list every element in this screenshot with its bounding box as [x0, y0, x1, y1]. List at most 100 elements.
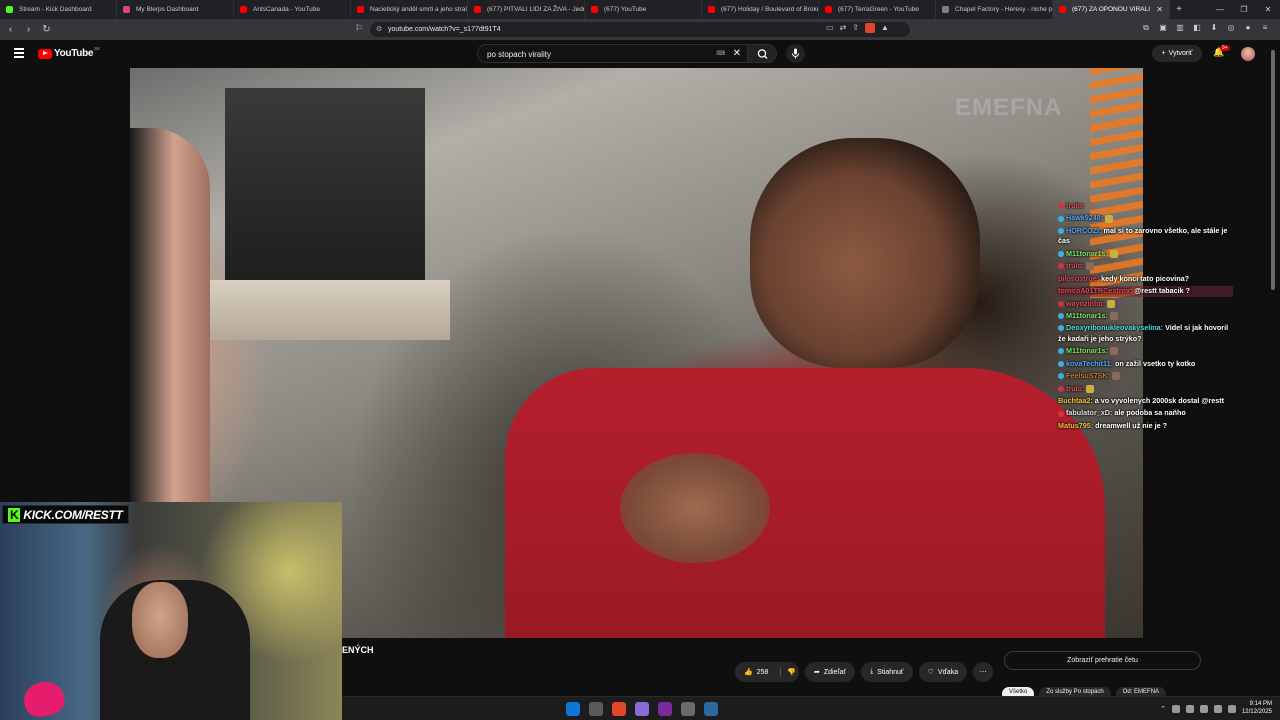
create-button[interactable]: + Vytvoriť: [1152, 45, 1202, 62]
reload-icon[interactable]: ↻: [39, 24, 54, 35]
voice-search-button[interactable]: [786, 44, 805, 63]
browser-tab[interactable]: (677) Holiday / Boulevard of Broke: [702, 0, 819, 19]
tray-expand-icon[interactable]: ⌃: [1160, 705, 1166, 713]
chat-username[interactable]: FeelsuS7SK:: [1066, 371, 1110, 380]
chat-username[interactable]: trulo:: [1066, 384, 1084, 393]
show-chat-replay-button[interactable]: Zobraziť prehratie četu: [1004, 651, 1201, 670]
rewards-icon[interactable]: ▲: [881, 23, 889, 33]
share-icon: ➦: [814, 669, 820, 676]
chat-username[interactable]: tomiroA01TRCestrov:: [1058, 286, 1132, 295]
taskbar-app-icon[interactable]: [589, 702, 603, 716]
share-button[interactable]: ➦ Zdieľať: [805, 662, 856, 682]
browser-tab[interactable]: My Blerps Dashboard: [117, 0, 234, 19]
tray-app-icon[interactable]: [1185, 704, 1194, 713]
chat-username[interactable]: trulo:: [1066, 261, 1084, 270]
account-avatar[interactable]: [1241, 47, 1255, 61]
clear-search-icon[interactable]: ✕: [733, 48, 741, 59]
clock-date: 12/12/2025: [1241, 708, 1272, 715]
chat-message: M11tonar1s:: [1058, 249, 1233, 259]
taskbar-app-icon[interactable]: [635, 702, 649, 716]
search-input[interactable]: po stopach virality ⌨ ✕: [477, 44, 747, 63]
chat-username[interactable]: M11tonar1s:: [1066, 311, 1108, 320]
chat-username[interactable]: Deoxyribonukleovakyselina:: [1066, 323, 1163, 332]
browser-tab[interactable]: (677) PITVALI LIDI ZA ŽIVA - Jedno: [468, 0, 585, 19]
tray-app-icon[interactable]: [1171, 704, 1180, 713]
chat-username[interactable]: pilosostrue:: [1058, 274, 1099, 283]
chat-text: on zažil vsetko ty kotko: [1115, 358, 1196, 368]
start-menu-icon[interactable]: [566, 702, 580, 716]
wallet-icon[interactable]: ◧: [1192, 23, 1202, 33]
site-settings-icon[interactable]: ⚙: [376, 25, 382, 33]
more-actions-button[interactable]: ⋯: [973, 662, 994, 682]
downloads-icon[interactable]: ⬇: [1209, 23, 1219, 33]
browser-tab[interactable]: Nacietický anděl smrti a jeho strašl: [351, 0, 468, 19]
tray-app-icon[interactable]: [1199, 704, 1208, 713]
close-tab-icon[interactable]: ✕: [1156, 5, 1163, 14]
chat-message: M11tonar1s:: [1058, 346, 1233, 356]
share-page-icon[interactable]: ⇪: [852, 23, 859, 33]
chat-username[interactable]: Buchtaa2:: [1058, 396, 1093, 405]
tab-title: (677) TerraGreen - YouTube: [838, 6, 919, 13]
network-icon[interactable]: [1213, 704, 1222, 713]
chat-username[interactable]: fabulator_xD:: [1066, 408, 1112, 417]
browser-tab[interactable]: Chapel Factory - Heresy - niche pa: [936, 0, 1053, 19]
chat-username[interactable]: Matus795:: [1058, 421, 1093, 430]
menu-hamburger-icon[interactable]: [14, 48, 24, 58]
screenshot-icon[interactable]: ▣: [1158, 23, 1168, 33]
chat-username[interactable]: M11tonar1s:: [1066, 346, 1108, 355]
menu-icon[interactable]: ≡: [1260, 23, 1270, 33]
search-query: po stopach virality: [487, 50, 552, 59]
chat-username[interactable]: trulo:: [1066, 201, 1084, 210]
volume-icon[interactable]: [1227, 704, 1236, 713]
page-scrollbar[interactable]: [1270, 48, 1276, 693]
chat-username[interactable]: HORCOZI:: [1066, 226, 1102, 235]
thanks-button[interactable]: ♡ Vďaka: [918, 662, 968, 682]
close-window-icon[interactable]: ✕: [1256, 0, 1280, 19]
forward-icon[interactable]: ›: [21, 24, 36, 35]
tab-title: Chapel Factory - Heresy - niche pa: [955, 6, 1053, 13]
download-label: Stiahnuť: [877, 668, 904, 676]
taskbar-app-icon[interactable]: [658, 702, 672, 716]
taskbar-app-icon[interactable]: [681, 702, 695, 716]
cast-icon[interactable]: ▭: [826, 23, 834, 33]
browser-tab[interactable]: (677) YouTube: [585, 0, 702, 19]
brave-shields-icon[interactable]: [864, 23, 875, 33]
tab-favicon-icon: [591, 6, 598, 13]
extensions-icon[interactable]: ⧉: [1141, 23, 1151, 33]
profile-icon[interactable]: ●: [1243, 23, 1253, 33]
chat-username[interactable]: M11tonar1s:: [1066, 249, 1108, 258]
share-label: Zdieľať: [823, 668, 847, 676]
chat-username[interactable]: waynzinho:: [1066, 299, 1105, 308]
chat-badge-icon: [1058, 215, 1064, 222]
bookmark-icon[interactable]: ⚐: [355, 23, 363, 34]
address-actions: ▭ ⇄ ⇪ ▲: [826, 23, 889, 33]
taskbar-app-icon[interactable]: [612, 702, 626, 716]
new-tab-button[interactable]: +: [1170, 4, 1188, 15]
chat-username[interactable]: Hawk9248:: [1066, 213, 1103, 222]
youtube-logo[interactable]: YouTube SK: [38, 46, 100, 59]
restore-icon[interactable]: ❐: [1232, 0, 1256, 19]
back-icon[interactable]: ‹: [3, 24, 18, 35]
browser-tab[interactable]: (677) ZA OPONOU VIRALI ✕: [1053, 0, 1170, 19]
window-controls: — ❐ ✕: [1208, 0, 1280, 19]
keyboard-icon[interactable]: ⌨: [716, 50, 725, 57]
browser-tab[interactable]: AntsCanada - YouTube: [234, 0, 351, 19]
search-button[interactable]: [747, 44, 777, 63]
scrollbar-thumb[interactable]: [1271, 50, 1275, 290]
taskbar-app-icon[interactable]: [704, 702, 718, 716]
browser-tab[interactable]: (677) TerraGreen - YouTube: [819, 0, 936, 19]
url-text: youtube.com/watch?v=_s177dt91T4: [388, 26, 501, 33]
thumbs-down-icon[interactable]: 👎: [780, 668, 796, 676]
like-button[interactable]: 👍 258 👎: [735, 662, 799, 682]
translate-icon[interactable]: ⇄: [840, 23, 847, 33]
chat-username[interactable]: kovaTechit11:: [1066, 359, 1113, 368]
browser-tab[interactable]: Stream - Kick Dashboard: [0, 0, 117, 19]
taskbar-clock[interactable]: 9:14 PM 12/12/2025: [1242, 701, 1272, 717]
windows-taskbar: ⌃ 9:14 PM 12/12/2025: [342, 696, 1280, 720]
minimize-icon[interactable]: —: [1208, 0, 1232, 19]
vpn-icon[interactable]: ◎: [1226, 23, 1236, 33]
video-scene-person-right-body: [505, 368, 1105, 638]
sidebar-icon[interactable]: ▥: [1175, 23, 1185, 33]
chat-badge-icon: [1058, 410, 1064, 417]
download-button[interactable]: ⤓ Stiahnuť: [861, 662, 913, 682]
